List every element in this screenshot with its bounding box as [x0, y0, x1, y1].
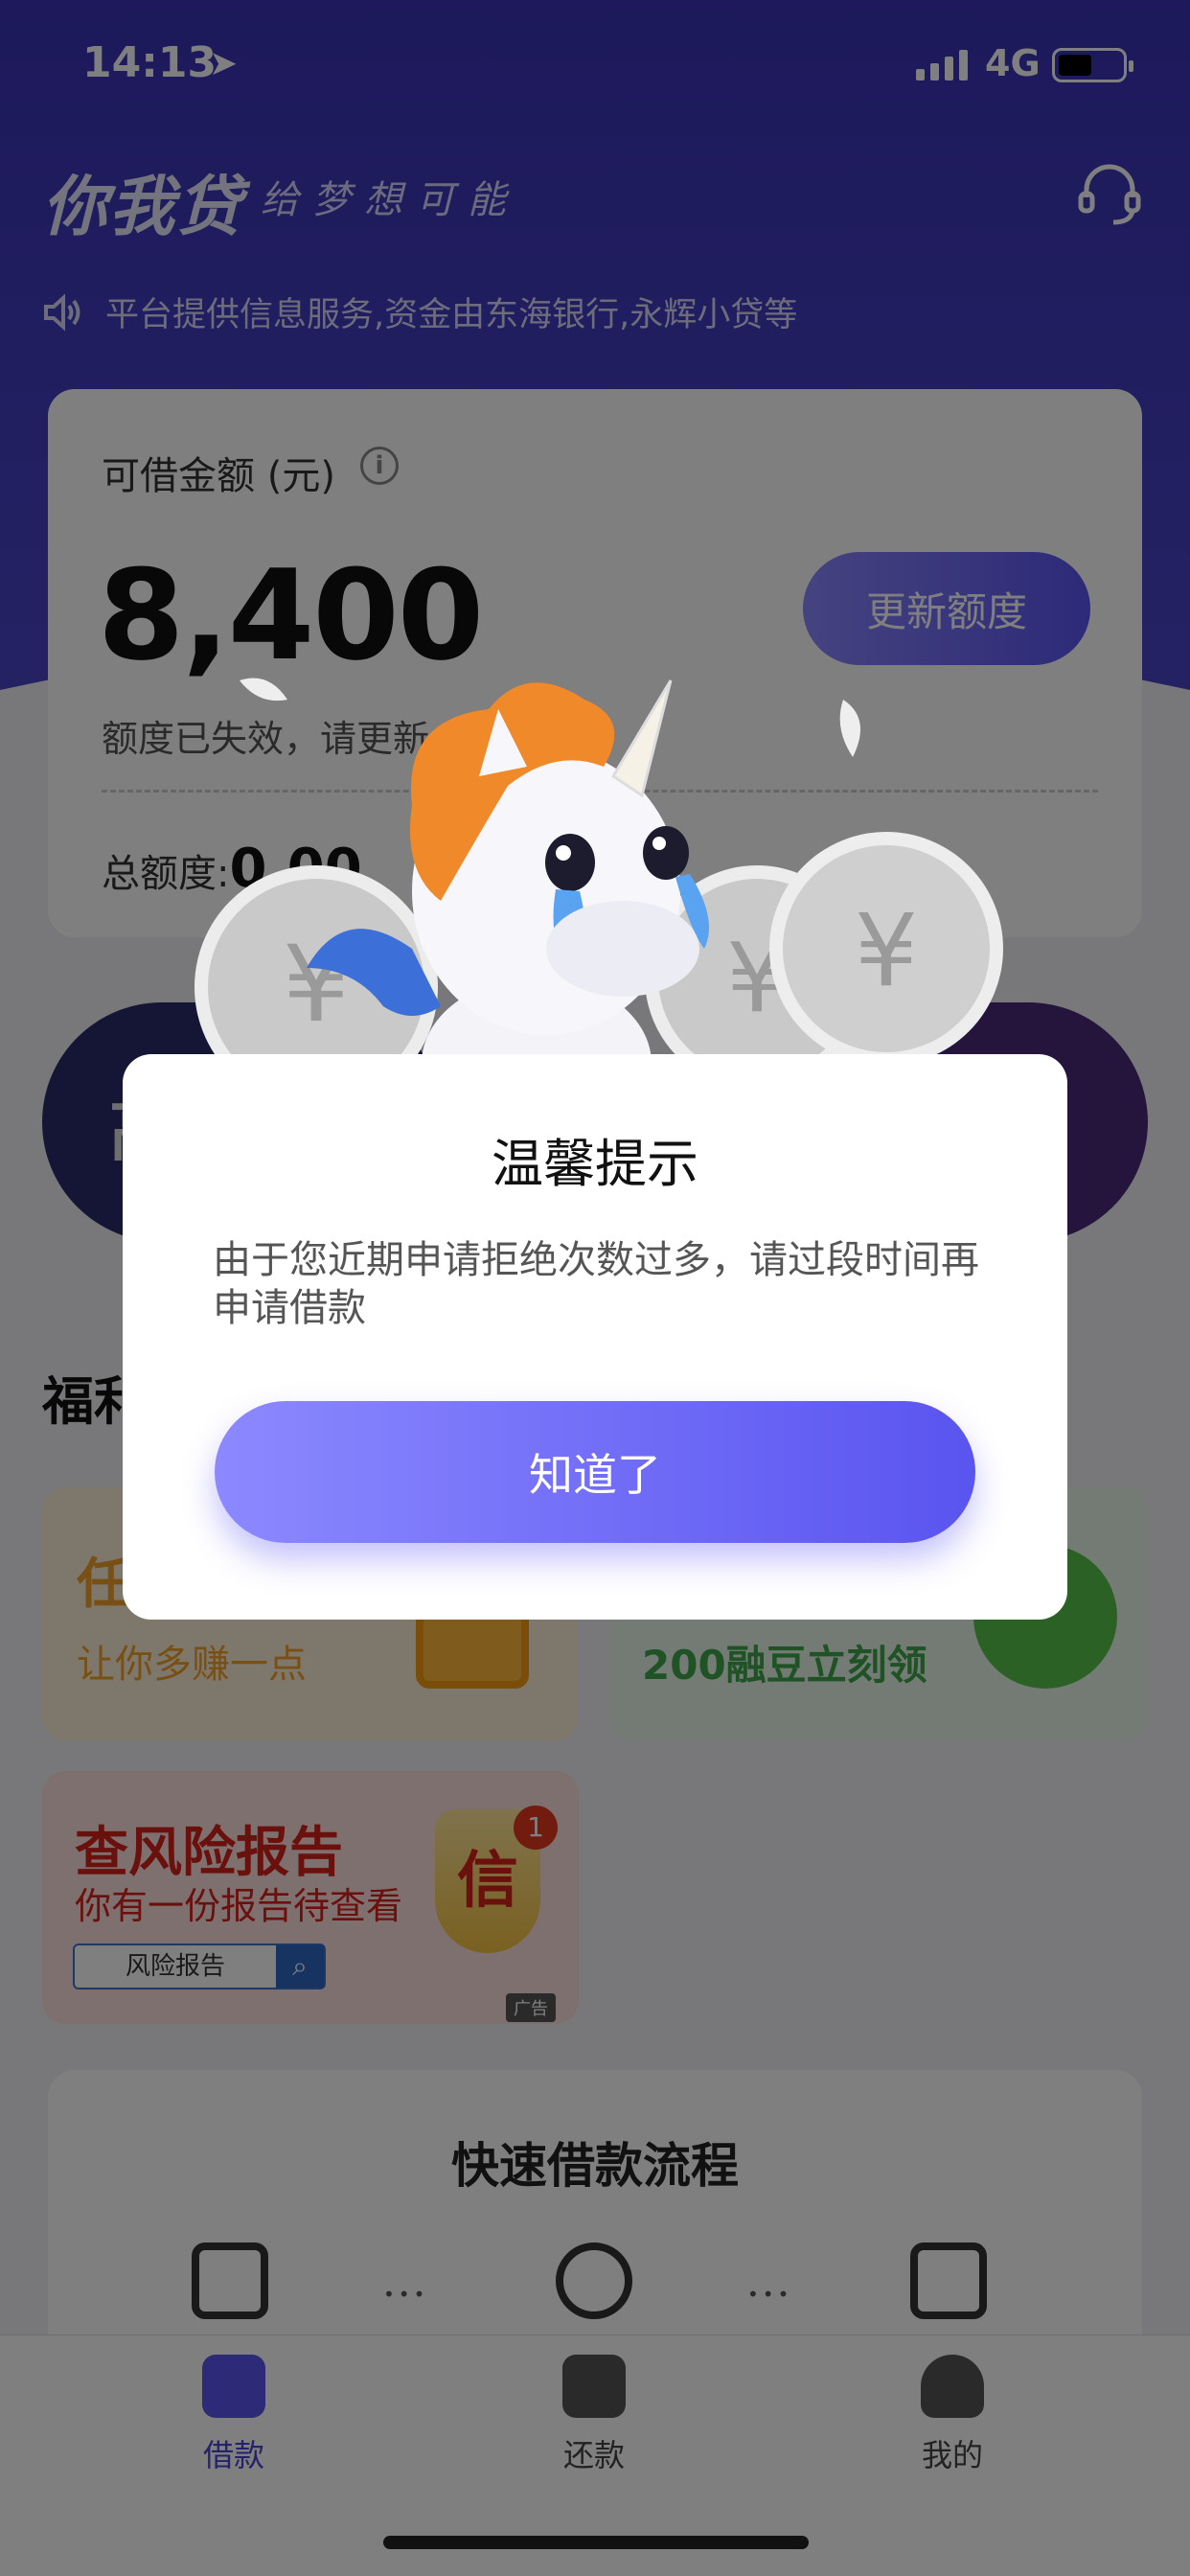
home-indicator [383, 2536, 809, 2549]
warning-dialog: 温馨提示 由于您近期申请拒绝次数过多，请过段时间再申请借款 知道了 [123, 1054, 1067, 1620]
svg-text:¥: ¥ [855, 892, 918, 1009]
dialog-message: 由于您近期申请拒绝次数过多，请过段时间再申请借款 [213, 1238, 979, 1330]
crying-unicorn-illustration: ¥ ¥ ¥ [195, 678, 1003, 1083]
dialog-title: 温馨提示 [492, 1134, 698, 1194]
acknowledge-button[interactable]: 知道了 [215, 1401, 975, 1543]
